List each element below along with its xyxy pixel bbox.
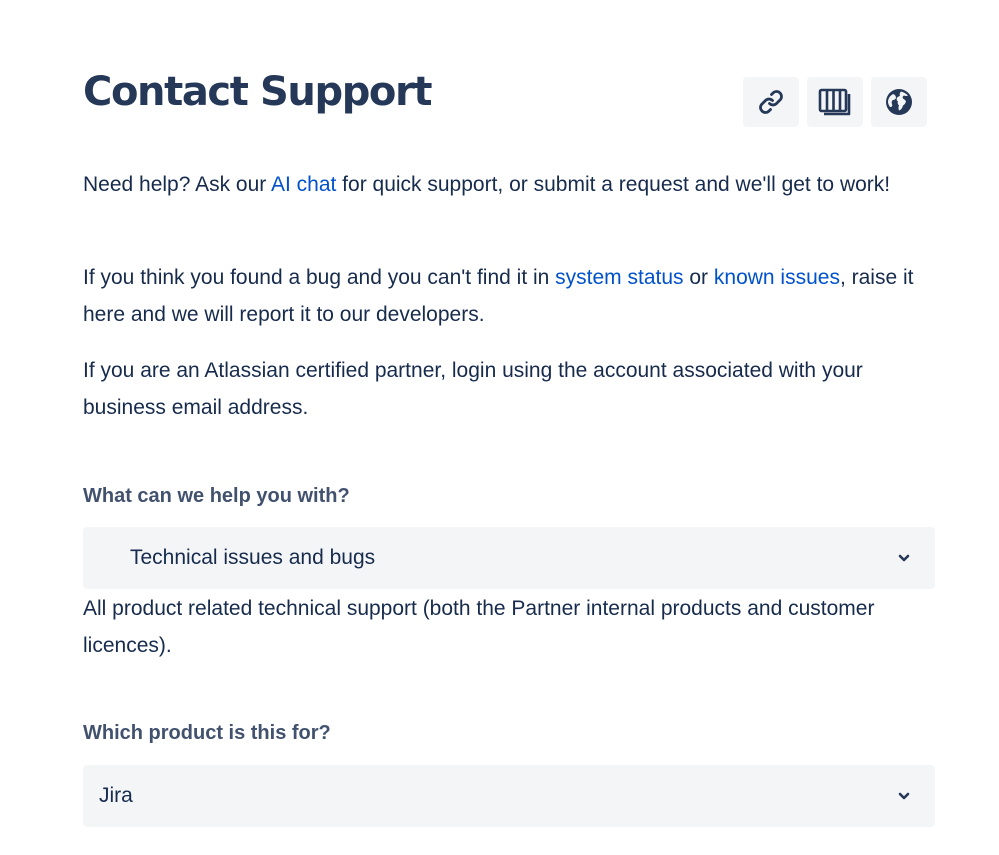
ai-chat-link[interactable]: AI chat (271, 173, 336, 196)
globe-icon (884, 87, 914, 117)
contact-support-page: Contact Support Need help? Ask our AI ch… (83, 0, 935, 855)
intro-paragraph-ai-chat: Need help? Ask our AI chat for quick sup… (83, 173, 891, 196)
help-with-select[interactable]: Technical issues and bugs (83, 527, 935, 589)
known-issues-link[interactable]: known issues (714, 266, 840, 289)
column-view-button[interactable] (807, 77, 863, 127)
help-with-description: All product related technical support (b… (83, 597, 875, 657)
intro-paragraph-bug-report: If you think you found a bug and you can… (83, 266, 914, 326)
language-button[interactable] (871, 77, 927, 127)
system-status-link[interactable]: system status (555, 266, 683, 289)
header-toolbar (743, 77, 927, 127)
product-select[interactable]: Jira (83, 765, 935, 827)
columns-icon (818, 87, 852, 117)
chevron-down-icon (897, 789, 911, 803)
product-selected-value: Jira (99, 784, 133, 807)
copy-link-button[interactable] (743, 77, 799, 127)
link-icon (756, 87, 786, 117)
page-title: Contact Support (83, 69, 432, 115)
intro-paragraph-partner-login: If you are an Atlassian certified partne… (83, 359, 863, 419)
help-with-selected-value: Technical issues and bugs (130, 546, 376, 569)
product-label: Which product is this for? (83, 722, 331, 744)
chevron-down-icon (897, 551, 911, 565)
help-with-label: What can we help you with? (83, 485, 350, 507)
